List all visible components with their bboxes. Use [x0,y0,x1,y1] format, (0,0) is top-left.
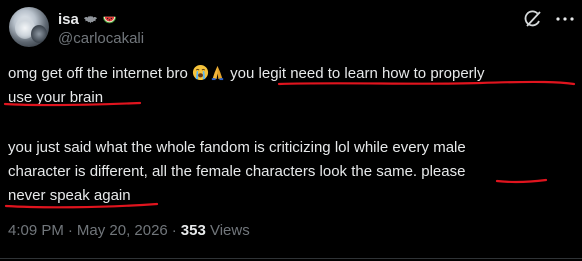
grok-icon[interactable] [523,9,543,29]
tweet-text-segment: omg get off the internet bro [8,65,193,82]
loudly-crying-face-emoji-icon [192,64,209,81]
avatar[interactable] [9,7,49,47]
tweet-card: isa @carlocakali omg get off the interne… [0,0,582,261]
folded-hands-emoji-icon [211,65,224,81]
bat-emoji-icon [83,15,97,23]
name-row: isa [58,10,117,28]
divider [0,258,582,259]
display-name[interactable]: isa [58,11,79,28]
avatar-image-shadow [31,25,47,43]
views-label: Views [209,222,250,239]
tweet-paragraph-2: you just said what the whole fandom is c… [8,136,576,208]
views-count: 353 [180,222,206,239]
tweet-meta: 4:09 PM · May 20, 2026 · 353 Views [8,222,250,239]
tweet-line: you just said what the whole fandom is c… [8,139,466,156]
tweet-line: use your brain [8,89,104,106]
watermelon-emoji-icon [102,16,116,23]
tweet-text-segment: you legit need to learn how to properly [226,65,485,82]
tweet-line: never speak again [8,187,131,204]
user-handle[interactable]: @carlocakali [58,30,144,47]
meta-separator: · [67,222,73,239]
tweet-date[interactable]: May 20, 2026 [77,222,168,239]
tweet-paragraph-1: omg get off the internet bro you legit n… [8,62,576,110]
tweet-line: omg get off the internet bro you legit n… [8,62,576,86]
more-options-icon[interactable] [555,9,575,29]
tweet-line: character is different, all the female c… [8,163,466,180]
tweet-time[interactable]: 4:09 PM [8,222,64,239]
meta-separator: · [171,222,177,239]
